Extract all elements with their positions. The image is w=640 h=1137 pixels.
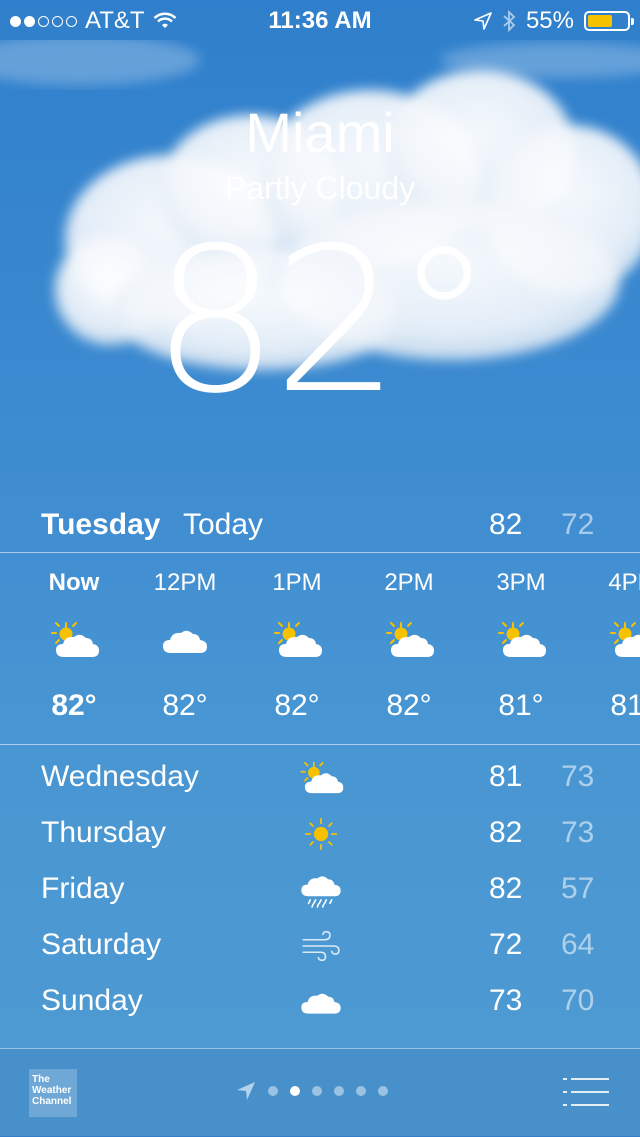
current-condition: Partly Cloudy — [224, 170, 416, 206]
daily-row: Sunday 73 70 — [0, 976, 640, 1032]
today-summary: Tuesday Today 82 72 — [0, 500, 640, 550]
daily-row: Wednesday 81 73 — [0, 752, 640, 808]
battery-icon — [584, 11, 634, 31]
partly-cloudy-icon — [605, 619, 640, 661]
hour-time: Now — [48, 569, 100, 596]
hour-temp: 82° — [162, 689, 208, 722]
page-indicator[interactable] — [236, 1081, 388, 1101]
weather-channel-logo[interactable]: The Weather Channel — [29, 1069, 77, 1117]
current-temperature: 82° — [151, 205, 495, 438]
status-bar: AT&T 11:36 AM 55% — [0, 0, 640, 40]
day-high: 73 — [489, 984, 523, 1017]
city-name: Miami — [245, 101, 395, 164]
sunny-icon — [296, 812, 346, 856]
partly-cloudy-icon — [296, 756, 346, 800]
hour-temp: 81° — [498, 689, 544, 722]
hour-time: 4PM — [608, 569, 640, 596]
cloudy-icon — [296, 980, 346, 1024]
wind-icon — [296, 924, 346, 968]
day-name: Saturday — [41, 928, 162, 961]
daily-forecast[interactable]: Wednesday 81 73 Thursday 82 73 Friday 82… — [0, 752, 640, 1048]
today-low: 72 — [561, 508, 595, 541]
hour-time: 3PM — [496, 569, 546, 596]
day-high: 82 — [489, 816, 523, 849]
partly-cloudy-icon — [269, 619, 325, 661]
daily-row: Friday 82 57 — [0, 864, 640, 920]
partly-cloudy-icon — [493, 619, 549, 661]
page-dot — [356, 1086, 366, 1096]
daily-row: Thursday 82 73 — [0, 808, 640, 864]
page-dot — [268, 1086, 278, 1096]
bluetooth-icon — [503, 10, 516, 32]
status-right: 55% — [474, 7, 634, 35]
page-dot-active — [290, 1086, 300, 1096]
hour-temp: 81° — [610, 689, 640, 722]
day-name: Thursday — [41, 816, 167, 849]
hour-temp: 82° — [274, 689, 320, 722]
battery-percent: 55% — [525, 7, 574, 34]
today-high: 82 — [489, 508, 523, 541]
list-icon[interactable] — [563, 1077, 609, 1107]
hour-time: 12PM — [153, 569, 217, 596]
page-dot — [312, 1086, 322, 1096]
page-dot — [334, 1086, 344, 1096]
day-name: Friday — [41, 872, 125, 905]
day-name: Sunday — [41, 984, 143, 1017]
day-high: 81 — [489, 760, 523, 793]
day-low: 73 — [561, 816, 595, 849]
today-label: Today — [183, 508, 264, 541]
cloudy-icon — [157, 619, 213, 661]
day-low: 64 — [561, 928, 595, 961]
page-dot — [378, 1086, 388, 1096]
day-name: Wednesday — [41, 760, 199, 793]
bottom-toolbar: The Weather Channel — [0, 1048, 640, 1137]
rain-icon — [296, 868, 346, 912]
location-arrow-icon — [237, 1082, 255, 1100]
partly-cloudy-icon — [46, 619, 102, 661]
day-high: 72 — [489, 928, 523, 961]
hour-temp: 82° — [386, 689, 432, 722]
hourly-forecast[interactable]: Now 82° 12PM 82° 1PM 82° 2PM 82° 3PM 81°… — [0, 553, 640, 743]
day-low: 73 — [561, 760, 595, 793]
today-day: Tuesday — [41, 508, 161, 541]
hour-time: 2PM — [384, 569, 434, 596]
hour-time: 1PM — [272, 569, 322, 596]
day-low: 57 — [561, 872, 595, 905]
partly-cloudy-icon — [381, 619, 437, 661]
day-high: 82 — [489, 872, 523, 905]
daily-row: Saturday 72 64 — [0, 920, 640, 976]
day-low: 70 — [561, 984, 595, 1017]
location-arrow-icon — [474, 12, 492, 30]
hour-temp: 82° — [51, 689, 97, 722]
divider-bottom — [0, 744, 640, 745]
